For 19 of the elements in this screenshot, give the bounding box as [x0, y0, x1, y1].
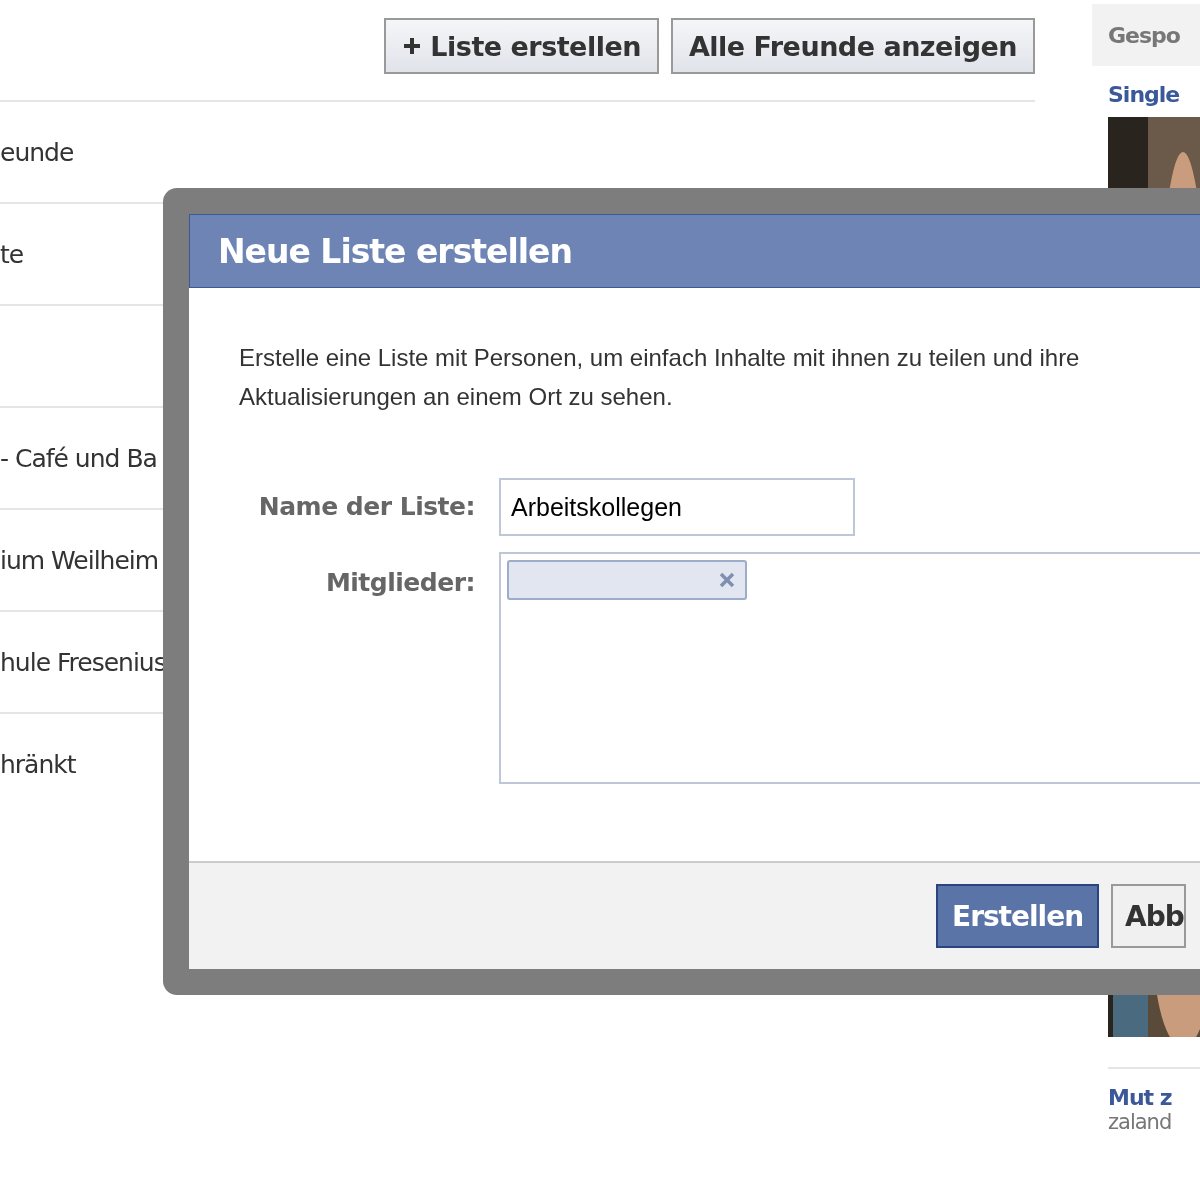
- list-item[interactable]: - Café und Ba: [0, 443, 157, 473]
- ad-title[interactable]: Mut z: [1108, 1085, 1172, 1110]
- ad-title[interactable]: Single: [1108, 82, 1180, 107]
- cancel-button[interactable]: Abb: [1111, 884, 1186, 948]
- list-item[interactable]: eunde: [0, 137, 74, 167]
- show-friends-button[interactable]: Alle Freunde anzeigen: [670, 18, 1035, 74]
- ad-source: zaland: [1108, 1110, 1172, 1134]
- list-item[interactable]: hränkt: [0, 749, 76, 779]
- create-button[interactable]: Erstellen: [936, 884, 1100, 948]
- dialog-description: Erstelle eine Liste mit Personen, um einfach Inhalte mit ihnen zu teilen und ihre Aktualisierungen an einem Ort zu sehen.: [239, 343, 1081, 412]
- field-label: Name der Liste:: [257, 491, 475, 523]
- field-label: Mitglieder:: [324, 567, 475, 599]
- list-name-field[interactable]: Arbeitskollegen: [499, 478, 855, 536]
- sponsored-header: Gespo: [1092, 4, 1200, 66]
- list-item[interactable]: hule Fresenius: [0, 647, 166, 677]
- list-item[interactable]: te: [0, 239, 24, 269]
- dialog-title: Neue Liste erstellen: [189, 214, 1200, 288]
- create-list-button[interactable]: Liste erstellen: [384, 18, 659, 74]
- list-item[interactable]: ium Weilheim: [0, 545, 159, 575]
